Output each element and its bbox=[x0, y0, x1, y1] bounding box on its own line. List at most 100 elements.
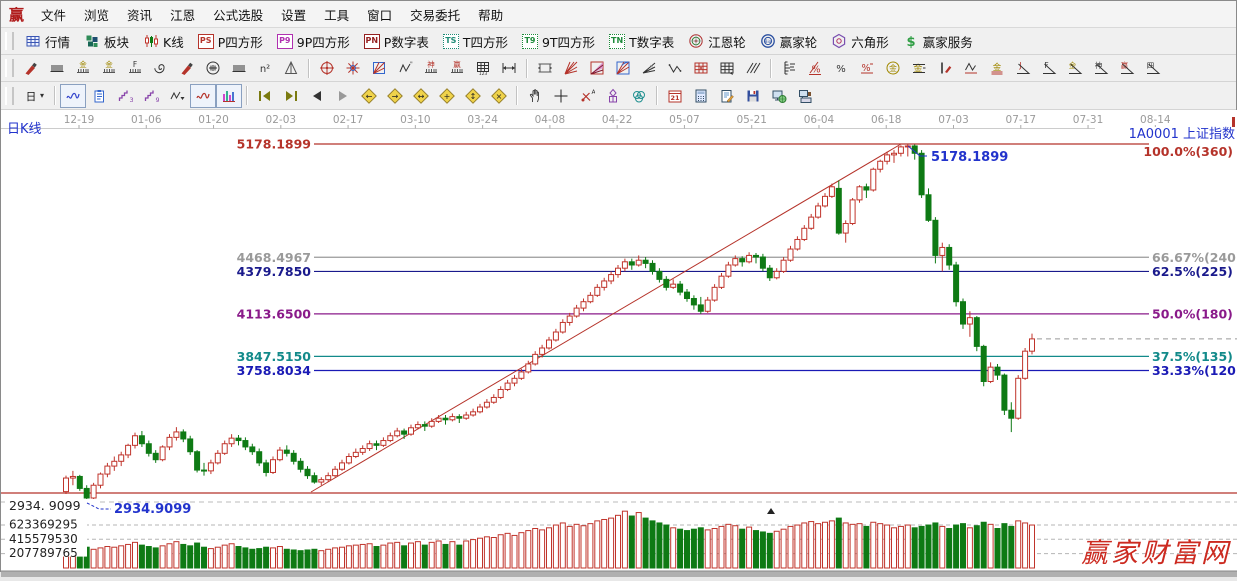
time-comb-button[interactable] bbox=[44, 56, 70, 80]
f-angle-button[interactable]: F bbox=[1036, 56, 1062, 80]
nav-last-button[interactable] bbox=[278, 84, 304, 108]
t-square-button[interactable]: TST四方形 bbox=[436, 29, 515, 54]
win-angle-button[interactable]: 赢 bbox=[1114, 56, 1140, 80]
spider-web-button[interactable] bbox=[366, 56, 392, 80]
p-square-button[interactable]: PSP四方形 bbox=[191, 29, 270, 54]
fan-box-button[interactable] bbox=[584, 56, 610, 80]
memo-button[interactable] bbox=[714, 84, 740, 108]
gold-levels-button[interactable]: 金 bbox=[906, 56, 932, 80]
hexagon-button[interactable]: 六角形 bbox=[824, 29, 896, 54]
width-measure-button[interactable] bbox=[496, 56, 522, 80]
percent-button[interactable]: % bbox=[828, 56, 854, 80]
menu-item-news[interactable]: 资讯 bbox=[118, 5, 161, 26]
nav-next-button[interactable] bbox=[330, 84, 356, 108]
winner-service-button[interactable]: $赢家服务 bbox=[896, 29, 980, 54]
menu-item-window[interactable]: 窗口 bbox=[358, 5, 401, 26]
four-angle-button[interactable]: 四 bbox=[1140, 56, 1166, 80]
nav-prev-button[interactable] bbox=[304, 84, 330, 108]
prism-button[interactable] bbox=[278, 56, 304, 80]
box-frame-button[interactable] bbox=[532, 56, 558, 80]
quotes-button[interactable]: 行情 bbox=[18, 29, 77, 54]
color-histogram-button[interactable] bbox=[216, 84, 242, 108]
t-digit-table-button[interactable]: TNT数字表 bbox=[602, 29, 681, 54]
menu-item-formula-pick[interactable]: 公式选股 bbox=[204, 5, 272, 26]
save-button[interactable] bbox=[740, 84, 766, 108]
delete-drawing-button[interactable]: A bbox=[574, 84, 600, 108]
red-grid-button[interactable] bbox=[688, 56, 714, 80]
gold-coin-button[interactable]: 金 bbox=[880, 56, 906, 80]
sectors-button[interactable]: 板块 bbox=[77, 29, 136, 54]
calendar-button[interactable]: 21 bbox=[662, 84, 688, 108]
calculator-button[interactable] bbox=[688, 84, 714, 108]
shen-angle-button[interactable]: 神 bbox=[1088, 56, 1114, 80]
diamond-v-expand-button[interactable]: ↕ bbox=[460, 84, 486, 108]
cycle-circle-button[interactable] bbox=[200, 56, 226, 80]
crosshair-button[interactable] bbox=[548, 84, 574, 108]
percent-slash-button[interactable]: % bbox=[802, 56, 828, 80]
fib-comb-button[interactable]: F bbox=[122, 56, 148, 80]
menu-item-file[interactable]: 文件 bbox=[32, 5, 75, 26]
angle-rays-button[interactable] bbox=[636, 56, 662, 80]
p-digit-table-button[interactable]: PNP数字表 bbox=[357, 29, 436, 54]
count-grid-button[interactable]: 123 bbox=[470, 56, 496, 80]
comb-2-button[interactable] bbox=[226, 56, 252, 80]
parallel-lines-button[interactable] bbox=[740, 56, 766, 80]
menu-item-gann[interactable]: 江恩 bbox=[161, 5, 204, 26]
draw-pen-button[interactable] bbox=[18, 56, 44, 80]
j-angle-button[interactable]: J bbox=[1010, 56, 1036, 80]
red-wave-button[interactable] bbox=[190, 84, 216, 108]
n-square-button[interactable]: n² bbox=[252, 56, 278, 80]
kline-button[interactable]: K线 bbox=[136, 29, 191, 54]
chart-canvas[interactable]: 12-1901-0601-2002-0302-1703-1003-2404-08… bbox=[1, 110, 1237, 577]
cycle-9-button[interactable]: 9 bbox=[138, 84, 164, 108]
zigzag-button[interactable]: " bbox=[392, 56, 418, 80]
trend-curve-button[interactable] bbox=[60, 84, 86, 108]
black-grid-button[interactable] bbox=[714, 56, 740, 80]
gann-target-button[interactable] bbox=[314, 56, 340, 80]
diamond-right-button[interactable]: → bbox=[382, 84, 408, 108]
knot-button[interactable] bbox=[626, 84, 652, 108]
network-button[interactable] bbox=[766, 84, 792, 108]
pen-marker-button[interactable] bbox=[932, 56, 958, 80]
cycle-3-button[interactable]: 3 bbox=[112, 84, 138, 108]
spiral-button[interactable] bbox=[148, 56, 174, 80]
zigzag-select-button[interactable] bbox=[164, 84, 190, 108]
gold-comb-2-button[interactable]: 金 bbox=[96, 56, 122, 80]
toolbar-grip[interactable] bbox=[5, 59, 14, 77]
menu-item-browse[interactable]: 浏览 bbox=[75, 5, 118, 26]
diamond-h-expand-button[interactable]: ↔ bbox=[408, 84, 434, 108]
amplitude-wave-button[interactable] bbox=[958, 56, 984, 80]
9p-square-button[interactable]: P99P四方形 bbox=[270, 29, 357, 54]
gold-underline-button[interactable]: 金 bbox=[984, 56, 1010, 80]
toolbar-grip[interactable] bbox=[5, 87, 14, 105]
winner-wheel-button[interactable]: Big赢家轮 bbox=[753, 29, 825, 54]
volume-bar bbox=[360, 544, 365, 568]
hand-button[interactable] bbox=[522, 84, 548, 108]
price-ruler-button[interactable] bbox=[776, 56, 802, 80]
menu-item-trade[interactable]: 交易委托 bbox=[401, 5, 469, 26]
print-button[interactable] bbox=[792, 84, 818, 108]
diamond-left-button[interactable]: ← bbox=[356, 84, 382, 108]
fan-arc-box-button[interactable] bbox=[610, 56, 636, 80]
menu-item-settings[interactable]: 设置 bbox=[272, 5, 315, 26]
ornament-button[interactable] bbox=[600, 84, 626, 108]
percent-line-button[interactable]: % bbox=[854, 56, 880, 80]
menu-item-help[interactable]: 帮助 bbox=[469, 5, 512, 26]
gann-fan-button[interactable] bbox=[558, 56, 584, 80]
pen-2-button[interactable] bbox=[174, 56, 200, 80]
diamond-cross-button[interactable]: + bbox=[434, 84, 460, 108]
toolbar-grip[interactable] bbox=[5, 32, 14, 50]
period-day-button[interactable]: 日▾ bbox=[18, 84, 50, 108]
starburst-button[interactable] bbox=[340, 56, 366, 80]
gann-wheel-button[interactable]: 江恩轮 bbox=[681, 29, 753, 54]
9t-square-button[interactable]: T99T四方形 bbox=[515, 29, 602, 54]
win-comb-button[interactable]: 赢 bbox=[444, 56, 470, 80]
gold-angle-button[interactable]: 金 bbox=[1062, 56, 1088, 80]
diamond-move-button[interactable]: × bbox=[486, 84, 512, 108]
gold-comb-1-button[interactable]: 金 bbox=[70, 56, 96, 80]
info-board-button[interactable] bbox=[86, 84, 112, 108]
menu-item-tools[interactable]: 工具 bbox=[315, 5, 358, 26]
wave-line-button[interactable] bbox=[662, 56, 688, 80]
nav-first-button[interactable] bbox=[252, 84, 278, 108]
shen-comb-button[interactable]: 神 bbox=[418, 56, 444, 80]
